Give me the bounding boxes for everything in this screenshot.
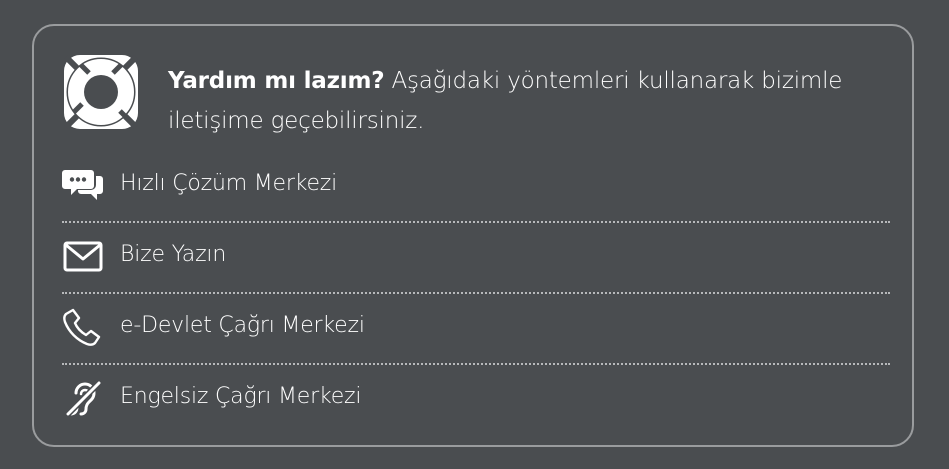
help-title-bold: Yardım mı lazım? [168, 68, 385, 94]
help-header: Yardım mı lazım? Aşağıdaki yöntemleri ku… [62, 53, 862, 134]
contact-methods-list: Hızlı Çözüm Merkezi Bize Yazın e-Devlet … [62, 152, 890, 436]
contact-item-write-us[interactable]: Bize Yazın [62, 223, 890, 294]
phone-icon [63, 308, 101, 346]
contact-item-label: e-Devlet Çağrı Merkezi [120, 313, 365, 338]
contact-item-label: Engelsiz Çağrı Merkezi [120, 384, 362, 409]
contact-item-edevlet-call-center[interactable]: e-Devlet Çağrı Merkezi [62, 294, 890, 365]
contact-item-label: Bize Yazın [120, 242, 227, 267]
contact-item-quick-solution[interactable]: Hızlı Çözüm Merkezi [62, 152, 890, 223]
envelope-icon [63, 241, 103, 272]
chat-bubbles-icon [62, 170, 103, 200]
contact-item-accessible-call-center[interactable]: Engelsiz Çağrı Merkezi [62, 365, 890, 436]
help-card: Yardım mı lazım? Aşağıdaki yöntemleri ku… [32, 24, 914, 447]
help-text: Yardım mı lazım? Aşağıdaki yöntemleri ku… [168, 61, 868, 141]
contact-item-label: Hızlı Çözüm Merkezi [120, 171, 338, 196]
lifebuoy-icon [63, 54, 139, 130]
hearing-impaired-icon [64, 379, 103, 418]
